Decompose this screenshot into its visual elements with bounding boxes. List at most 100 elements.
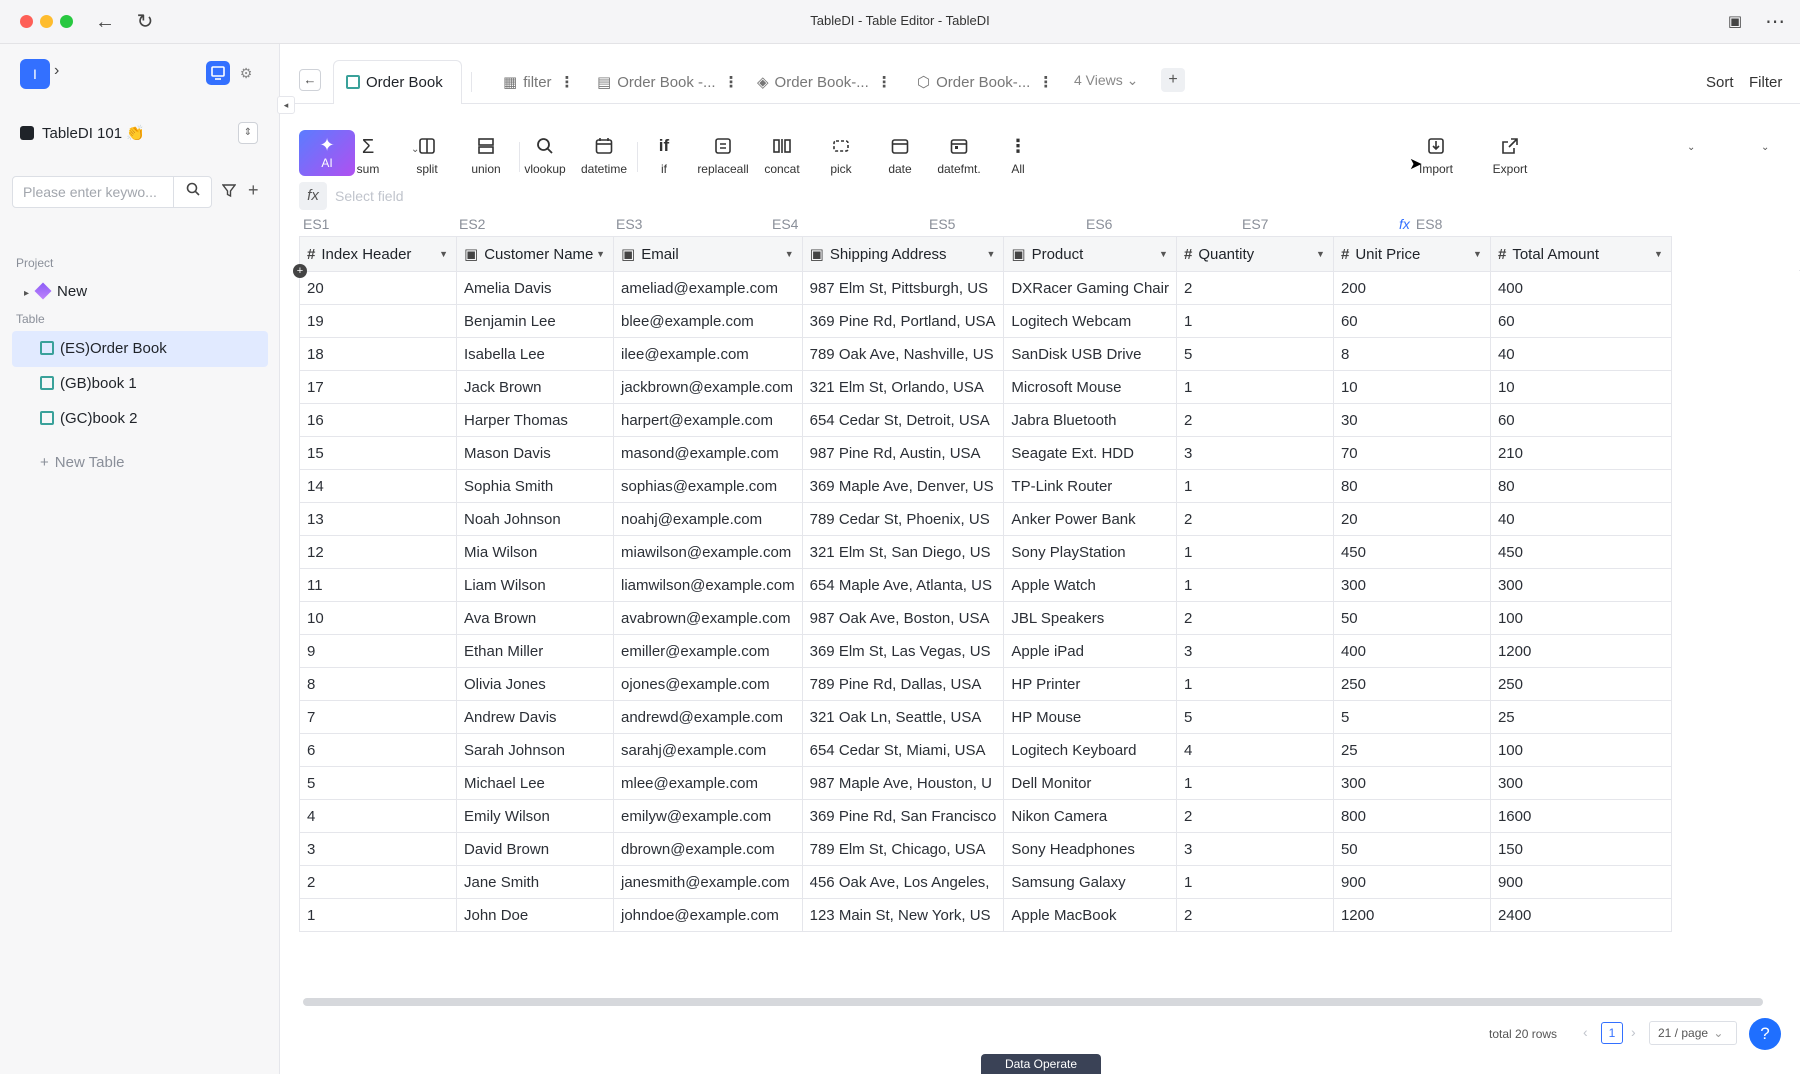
table-cell[interactable]: Amelia Davis xyxy=(456,271,614,305)
search-icon[interactable] xyxy=(173,177,211,207)
table-cell[interactable]: 250 xyxy=(1332,667,1491,701)
fx-icon[interactable]: fx xyxy=(299,182,327,210)
table-cell[interactable]: Jack Brown xyxy=(456,370,614,404)
collapse-sidebar-icon[interactable]: ◂ xyxy=(277,96,295,114)
table-cell[interactable]: 50 xyxy=(1332,601,1491,635)
tool-date[interactable]: date xyxy=(870,136,930,176)
table-cell[interactable]: Sophia Smith xyxy=(456,469,614,503)
table-cell[interactable]: Sarah Johnson xyxy=(456,733,614,767)
table-cell[interactable]: 321 Oak Ln, Seattle, USA xyxy=(801,700,1005,734)
table-cell[interactable]: 654 Cedar St, Miami, USA xyxy=(801,733,1005,767)
column-menu-caret-icon[interactable]: ▼ xyxy=(1473,249,1482,259)
table-cell[interactable]: 5 xyxy=(1332,700,1491,734)
table-cell[interactable]: 1 xyxy=(1175,370,1334,404)
tool-pick[interactable]: pick xyxy=(811,136,871,176)
table-cell[interactable]: johndoe@example.com xyxy=(613,898,803,932)
table-cell[interactable]: 1200 xyxy=(1332,898,1491,932)
views-dropdown[interactable]: 4 Views ⌄ xyxy=(1074,72,1138,89)
table-cell[interactable]: 11 xyxy=(299,568,457,602)
table-cell[interactable]: Jabra Bluetooth xyxy=(1003,403,1177,437)
back-arrow-icon[interactable]: ← xyxy=(299,69,321,91)
tab-order-book-2[interactable]: ▤ Order Book -... ⋮ xyxy=(597,73,739,91)
table-cell[interactable]: Harper Thomas xyxy=(456,403,614,437)
table-cell[interactable]: 900 xyxy=(1489,865,1672,899)
table-cell[interactable]: 60 xyxy=(1489,403,1672,437)
table-cell[interactable]: 50 xyxy=(1332,832,1491,866)
table-cell[interactable]: 60 xyxy=(1489,304,1672,338)
table-cell[interactable]: 2 xyxy=(1175,502,1334,536)
table-cell[interactable]: John Doe xyxy=(456,898,614,932)
table-cell[interactable]: 300 xyxy=(1332,766,1491,800)
table-cell[interactable]: 654 Maple Ave, Atlanta, US xyxy=(801,568,1005,602)
tool-vlookup[interactable]: vlookup xyxy=(515,136,575,176)
table-cell[interactable]: 5 xyxy=(1175,337,1334,371)
table-cell[interactable]: 210 xyxy=(1489,436,1672,470)
table-cell[interactable]: 400 xyxy=(1489,271,1672,305)
table-cell[interactable]: 150 xyxy=(1489,832,1672,866)
prev-page-icon[interactable]: ‹ xyxy=(1583,1024,1588,1040)
table-cell[interactable]: 20 xyxy=(299,271,457,305)
table-cell[interactable]: 100 xyxy=(1489,733,1672,767)
tab-filter[interactable]: ▦ filter ⋮ xyxy=(503,73,575,91)
table-cell[interactable]: 30 xyxy=(1332,403,1491,437)
table-cell[interactable]: ilee@example.com xyxy=(613,337,803,371)
table-cell[interactable]: Olivia Jones xyxy=(456,667,614,701)
tool-union[interactable]: union xyxy=(456,136,516,176)
table-cell[interactable]: 1200 xyxy=(1489,634,1672,668)
add-tab-button[interactable]: + xyxy=(1161,68,1185,92)
table-cell[interactable]: 987 Pine Rd, Austin, USA xyxy=(801,436,1005,470)
table-cell[interactable]: sophias@example.com xyxy=(613,469,803,503)
table-cell[interactable]: 1 xyxy=(1175,469,1334,503)
table-cell[interactable]: HP Mouse xyxy=(1003,700,1177,734)
chevron-down-icon[interactable]: ⌄ xyxy=(1761,142,1769,153)
table-cell[interactable]: 1 xyxy=(299,898,457,932)
table-cell[interactable]: 2 xyxy=(1175,403,1334,437)
table-cell[interactable]: 5 xyxy=(299,766,457,800)
table-cell[interactable]: Noah Johnson xyxy=(456,502,614,536)
table-cell[interactable]: jackbrown@example.com xyxy=(613,370,803,404)
table-cell[interactable]: Apple iPad xyxy=(1003,634,1177,668)
table-cell[interactable]: Michael Lee xyxy=(456,766,614,800)
table-cell[interactable]: 100 xyxy=(1489,601,1672,635)
table-cell[interactable]: blee@example.com xyxy=(613,304,803,338)
table-cell[interactable]: noahj@example.com xyxy=(613,502,803,536)
table-cell[interactable]: Seagate Ext. HDD xyxy=(1003,436,1177,470)
table-cell[interactable]: 10 xyxy=(299,601,457,635)
tool-datetime[interactable]: datetime xyxy=(574,136,634,176)
tool-split[interactable]: split xyxy=(397,136,457,176)
table-cell[interactable]: 12 xyxy=(299,535,457,569)
table-cell[interactable]: 1 xyxy=(1175,865,1334,899)
table-cell[interactable]: 200 xyxy=(1332,271,1491,305)
table-cell[interactable]: 5 xyxy=(1175,700,1334,734)
table-cell[interactable]: 789 Cedar St, Phoenix, US xyxy=(801,502,1005,536)
table-cell[interactable]: 40 xyxy=(1489,337,1672,371)
table-cell[interactable]: 3 xyxy=(1175,634,1334,668)
table-cell[interactable]: DXRacer Gaming Chair xyxy=(1003,271,1177,305)
table-cell[interactable]: 80 xyxy=(1489,469,1672,503)
table-cell[interactable]: 987 Elm St, Pittsburgh, US xyxy=(801,271,1005,305)
table-cell[interactable]: 6 xyxy=(299,733,457,767)
table-cell[interactable]: 80 xyxy=(1332,469,1491,503)
column-header[interactable]: ▣ Customer Name ▼ xyxy=(456,236,614,272)
table-cell[interactable]: 1600 xyxy=(1489,799,1672,833)
formula-field-select[interactable]: Select field xyxy=(335,188,403,204)
table-cell[interactable]: 450 xyxy=(1489,535,1672,569)
table-cell[interactable]: miawilson@example.com xyxy=(613,535,803,569)
column-menu-caret-icon[interactable]: ▼ xyxy=(1654,249,1663,259)
table-cell[interactable]: mlee@example.com xyxy=(613,766,803,800)
table-cell[interactable]: Mason Davis xyxy=(456,436,614,470)
table-cell[interactable]: 654 Cedar St, Detroit, USA xyxy=(801,403,1005,437)
table-cell[interactable]: 456 Oak Ave, Los Angeles, xyxy=(801,865,1005,899)
table-cell[interactable]: 321 Elm St, Orlando, USA xyxy=(801,370,1005,404)
table-cell[interactable]: janesmith@example.com xyxy=(613,865,803,899)
table-cell[interactable]: Apple MacBook xyxy=(1003,898,1177,932)
sidebar-table-book-2[interactable]: (GC)book 2 xyxy=(12,401,268,437)
table-cell[interactable]: 900 xyxy=(1332,865,1491,899)
table-cell[interactable]: 8 xyxy=(1332,337,1491,371)
table-cell[interactable]: 25 xyxy=(1332,733,1491,767)
table-cell[interactable]: avabrown@example.com xyxy=(613,601,803,635)
project-switch-icon[interactable]: ⇕ xyxy=(238,122,258,144)
table-cell[interactable]: 2400 xyxy=(1489,898,1672,932)
table-cell[interactable]: emiller@example.com xyxy=(613,634,803,668)
tab-order-book-4[interactable]: ⬡ Order Book-... ⋮ xyxy=(917,73,1053,91)
